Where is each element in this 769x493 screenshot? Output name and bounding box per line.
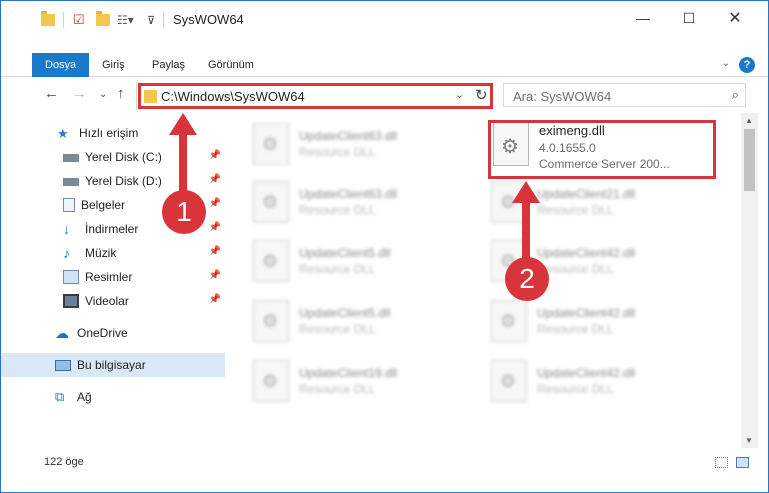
navigation-pane: ★ Hızlı erişim Yerel Disk (C:) 📌 Yerel D… xyxy=(1,113,227,448)
close-button[interactable]: ✕ xyxy=(712,1,758,35)
title-bar: ☑ ☷▾ ⊽ SysWOW64 — ☐ ✕ xyxy=(1,1,768,39)
list-item[interactable]: UpdateClient63.dll Resource DLL xyxy=(229,119,449,169)
tab-share[interactable]: Paylaş xyxy=(152,53,185,77)
tab-home[interactable]: Giriş xyxy=(102,53,125,77)
folder-icon xyxy=(41,11,55,29)
new-folder-icon[interactable] xyxy=(96,11,110,29)
file-highlight-box xyxy=(488,120,716,179)
tab-file[interactable]: Dosya xyxy=(32,53,90,77)
dll-file-icon xyxy=(491,300,527,342)
arrow-2-shaft xyxy=(522,201,530,261)
dll-file-icon xyxy=(491,360,527,402)
drive-icon xyxy=(63,154,79,162)
large-icons-view-icon[interactable] xyxy=(736,457,749,468)
computer-icon xyxy=(55,359,71,371)
quick-access-dropdown-icon[interactable]: ⊽ xyxy=(147,11,155,29)
pin-icon[interactable]: 📌 xyxy=(209,198,221,209)
forward-arrow-icon[interactable]: → xyxy=(72,85,87,102)
tab-view[interactable]: Görünüm xyxy=(208,53,254,77)
list-item[interactable]: UpdateClient19.dll Resource DLL xyxy=(229,356,449,406)
list-item[interactable]: UpdateClient42.dll Resource DLL xyxy=(467,236,687,286)
sidebar-item-music[interactable]: ♪ Müzik 📌 xyxy=(1,241,225,265)
scrollbar-thumb[interactable] xyxy=(744,129,755,191)
close-icon: ✕ xyxy=(728,10,742,27)
search-icon[interactable]: ⌕ xyxy=(732,87,739,103)
list-item[interactable]: UpdateClient21.dll Resource DLL xyxy=(467,177,687,227)
sidebar-item-videos[interactable]: Videolar 📌 xyxy=(1,289,225,313)
list-item[interactable]: UpdateClient5.dll Resource DLL xyxy=(229,296,449,346)
video-icon xyxy=(63,294,79,308)
explorer-window: ☑ ☷▾ ⊽ SysWOW64 — ☐ ✕ Dosya Giriş Paylaş… xyxy=(0,0,769,493)
back-arrow-icon[interactable]: ← xyxy=(44,85,59,102)
arrow-1-shaft xyxy=(179,133,187,193)
dll-file-icon xyxy=(253,360,289,402)
properties-icon[interactable]: ☑ xyxy=(73,11,85,29)
help-icon[interactable]: ? xyxy=(739,57,755,73)
download-icon: ↓ xyxy=(63,221,70,237)
ribbon-tabs: Dosya Giriş Paylaş Görünüm ⌄ ? xyxy=(1,53,768,77)
vertical-scrollbar[interactable]: ▲ ▼ xyxy=(741,113,758,448)
cloud-icon: ☁ xyxy=(55,325,69,341)
chevron-down-icon[interactable]: ⌄ xyxy=(722,58,730,69)
pin-icon[interactable]: 📌 xyxy=(209,294,221,305)
search-placeholder: Ara: SysWOW64 xyxy=(513,89,612,104)
list-item[interactable]: UpdateClient42.dll Resource DLL xyxy=(467,356,687,406)
recent-locations-icon[interactable]: ⌄ xyxy=(99,89,107,100)
network-icon: ⧉ xyxy=(55,389,65,404)
pin-icon[interactable]: 📌 xyxy=(209,270,221,281)
sidebar-item-this-pc[interactable]: Bu bilgisayar xyxy=(1,353,225,377)
dll-file-icon xyxy=(253,240,289,282)
address-highlight-box xyxy=(138,83,493,109)
minimize-icon: — xyxy=(636,10,650,26)
scroll-down-icon[interactable]: ▼ xyxy=(745,436,753,445)
dll-file-icon xyxy=(253,123,289,165)
pin-icon[interactable]: 📌 xyxy=(209,150,221,161)
pin-icon[interactable]: 📌 xyxy=(209,246,221,257)
scroll-up-icon[interactable]: ▲ xyxy=(745,116,753,125)
dll-file-icon xyxy=(253,181,289,223)
list-item[interactable]: UpdateClient5.dll Resource DLL xyxy=(229,236,449,286)
sidebar-item-disk-c[interactable]: Yerel Disk (C:) 📌 xyxy=(1,145,225,169)
sidebar-item-onedrive[interactable]: ☁ OneDrive xyxy=(1,321,225,345)
maximize-icon: ☐ xyxy=(682,9,696,26)
item-count: 122 öge xyxy=(44,456,84,468)
search-input[interactable]: Ara: SysWOW64 ⌕ xyxy=(503,83,746,107)
document-icon xyxy=(63,198,75,212)
pin-icon[interactable]: 📌 xyxy=(209,222,221,233)
list-item[interactable]: UpdateClient42.dll Resource DLL xyxy=(467,296,687,346)
maximize-button[interactable]: ☐ xyxy=(666,1,712,35)
arrow-2-head xyxy=(512,181,540,203)
sidebar-item-network[interactable]: ⧉ Ağ xyxy=(1,385,225,409)
details-view-icon[interactable] xyxy=(715,457,728,468)
step-2-badge: 2 xyxy=(505,257,549,301)
arrow-1-head xyxy=(169,113,197,135)
star-icon: ★ xyxy=(57,126,69,141)
minimize-button[interactable]: — xyxy=(620,1,666,35)
window-title: SysWOW64 xyxy=(173,12,244,27)
step-1-badge: 1 xyxy=(162,190,206,234)
customize-toolbar-icon[interactable]: ☷▾ xyxy=(117,11,134,29)
list-item[interactable]: UpdateClient63.dll Resource DLL xyxy=(229,177,449,227)
status-bar: 122 öge xyxy=(1,451,768,473)
sidebar-item-disk-d[interactable]: Yerel Disk (D:) 📌 xyxy=(1,169,225,193)
music-icon: ♪ xyxy=(63,245,70,261)
sidebar-item-pictures[interactable]: Resimler 📌 xyxy=(1,265,225,289)
dll-file-icon xyxy=(253,300,289,342)
drive-icon xyxy=(63,178,79,186)
pictures-icon xyxy=(63,270,79,284)
up-arrow-icon[interactable]: ↑ xyxy=(117,85,125,102)
pin-icon[interactable]: 📌 xyxy=(209,174,221,185)
